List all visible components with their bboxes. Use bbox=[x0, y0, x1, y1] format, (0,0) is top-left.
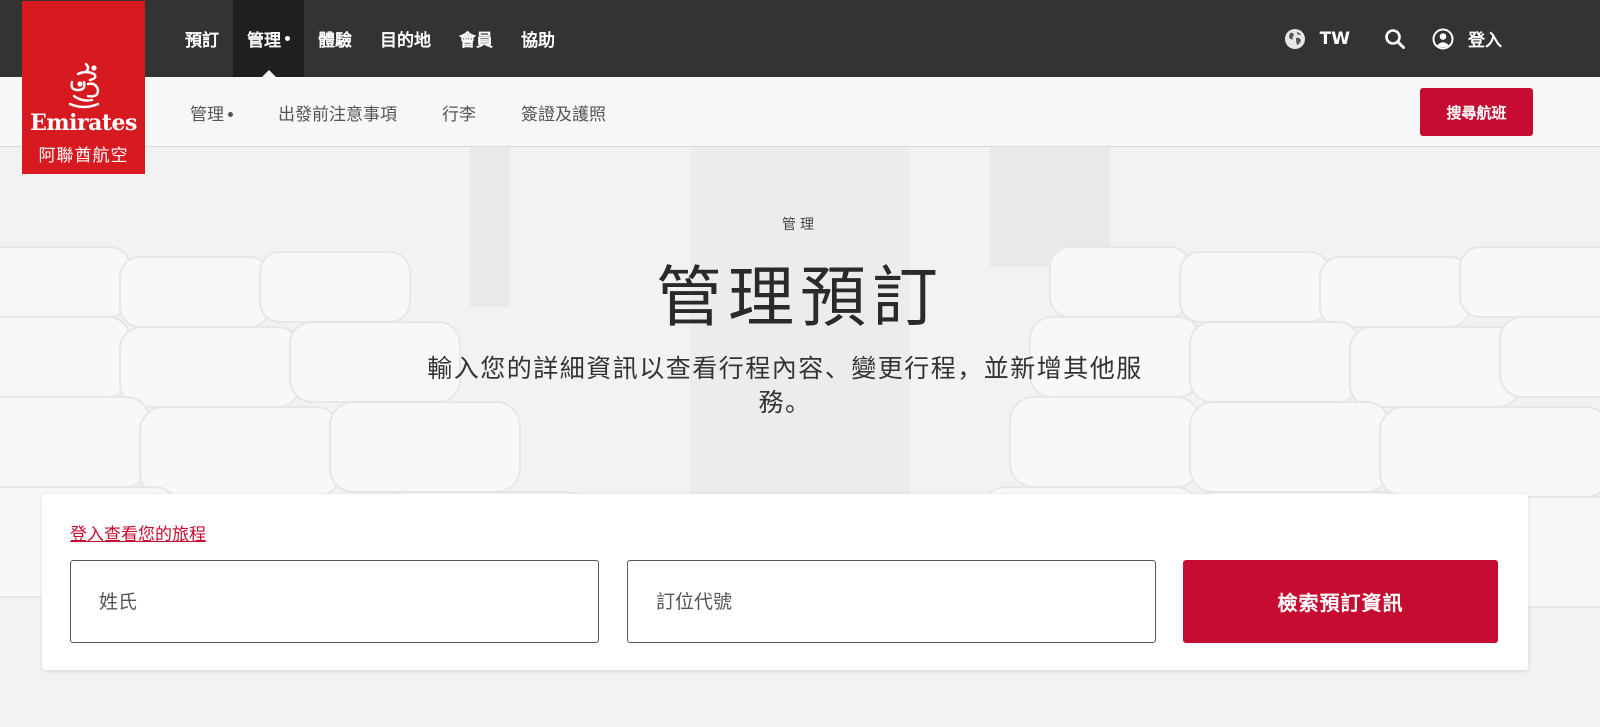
hero-description: 輸入您的詳細資訊以查看行程內容、變更行程，並新增其他服務。 bbox=[427, 354, 1143, 417]
language-selector[interactable]: TW bbox=[1284, 28, 1350, 50]
page-title: 管理預訂 bbox=[656, 259, 944, 336]
nav-item-label: 管理 bbox=[247, 31, 281, 51]
booking-reference-field bbox=[627, 560, 1156, 643]
nav-item-label: 預訂 bbox=[185, 31, 219, 51]
sub-nav-label: 出發前注意事項 bbox=[278, 104, 397, 125]
nav-item-label: 協助 bbox=[521, 31, 555, 51]
page: 預訂 管理 體驗 目的地 會員 協助 TW 登入 Emirates 阿聯酋航空 … bbox=[0, 0, 1600, 727]
calligraphy-emblem-icon bbox=[22, 59, 145, 115]
emirates-logo[interactable]: Emirates 阿聯酋航空 bbox=[22, 1, 145, 174]
nav-item-manage[interactable]: 管理 bbox=[233, 0, 304, 77]
last-name-field bbox=[70, 560, 599, 643]
sub-nav-label: 行李 bbox=[442, 104, 476, 125]
nav-item-help[interactable]: 協助 bbox=[507, 0, 569, 77]
last-name-input[interactable] bbox=[71, 561, 598, 642]
sub-nav-baggage[interactable]: 行李 bbox=[442, 100, 476, 125]
secondary-navigation-bar: 管理 出發前注意事項 行李 簽證及護照 搜尋航班 bbox=[0, 77, 1600, 147]
brand-name-zh: 阿聯酋航空 bbox=[38, 146, 129, 166]
nav-item-experience[interactable]: 體驗 bbox=[304, 0, 366, 77]
booking-reference-input[interactable] bbox=[628, 561, 1155, 642]
login-label: 登入 bbox=[1468, 31, 1502, 51]
login-to-view-trips-link[interactable]: 登入查看您的旅程 bbox=[70, 520, 206, 545]
active-dot-icon bbox=[285, 36, 290, 41]
manage-booking-form: 登入查看您的旅程 檢索預訂資訊 bbox=[42, 494, 1528, 670]
search-flights-button[interactable]: 搜尋航班 bbox=[1420, 88, 1533, 136]
sub-nav-label: 簽證及護照 bbox=[521, 104, 606, 125]
search-icon bbox=[1384, 28, 1406, 50]
hero-eyebrow: 管理 bbox=[782, 217, 818, 233]
login-button[interactable]: 登入 bbox=[1432, 26, 1502, 51]
nav-item-label: 會員 bbox=[459, 31, 493, 51]
search-button[interactable] bbox=[1384, 28, 1406, 50]
language-code: TW bbox=[1319, 28, 1350, 49]
nav-item-book[interactable]: 預訂 bbox=[171, 0, 233, 77]
nav-item-label: 目的地 bbox=[380, 31, 431, 51]
sub-nav: 管理 出發前注意事項 行李 簽證及護照 bbox=[190, 77, 651, 147]
brand-name-en: Emirates bbox=[30, 110, 137, 136]
sub-nav-label: 管理 bbox=[190, 104, 224, 125]
utility-nav: TW 登入 bbox=[1262, 0, 1502, 77]
retrieve-booking-button[interactable]: 檢索預訂資訊 bbox=[1183, 560, 1498, 643]
nav-item-destinations[interactable]: 目的地 bbox=[366, 0, 445, 77]
dropdown-dot-icon bbox=[228, 112, 233, 117]
globe-icon bbox=[1284, 28, 1306, 50]
nav-item-label: 體驗 bbox=[318, 31, 352, 51]
sub-nav-visa-passport[interactable]: 簽證及護照 bbox=[521, 100, 606, 125]
primary-nav: 預訂 管理 體驗 目的地 會員 協助 bbox=[171, 0, 569, 77]
sub-nav-manage[interactable]: 管理 bbox=[190, 100, 233, 125]
sub-nav-before-you-fly[interactable]: 出發前注意事項 bbox=[278, 100, 397, 125]
user-circle-icon bbox=[1432, 28, 1454, 50]
nav-item-membership[interactable]: 會員 bbox=[445, 0, 507, 77]
top-navigation-bar: 預訂 管理 體驗 目的地 會員 協助 TW 登入 bbox=[0, 0, 1600, 77]
